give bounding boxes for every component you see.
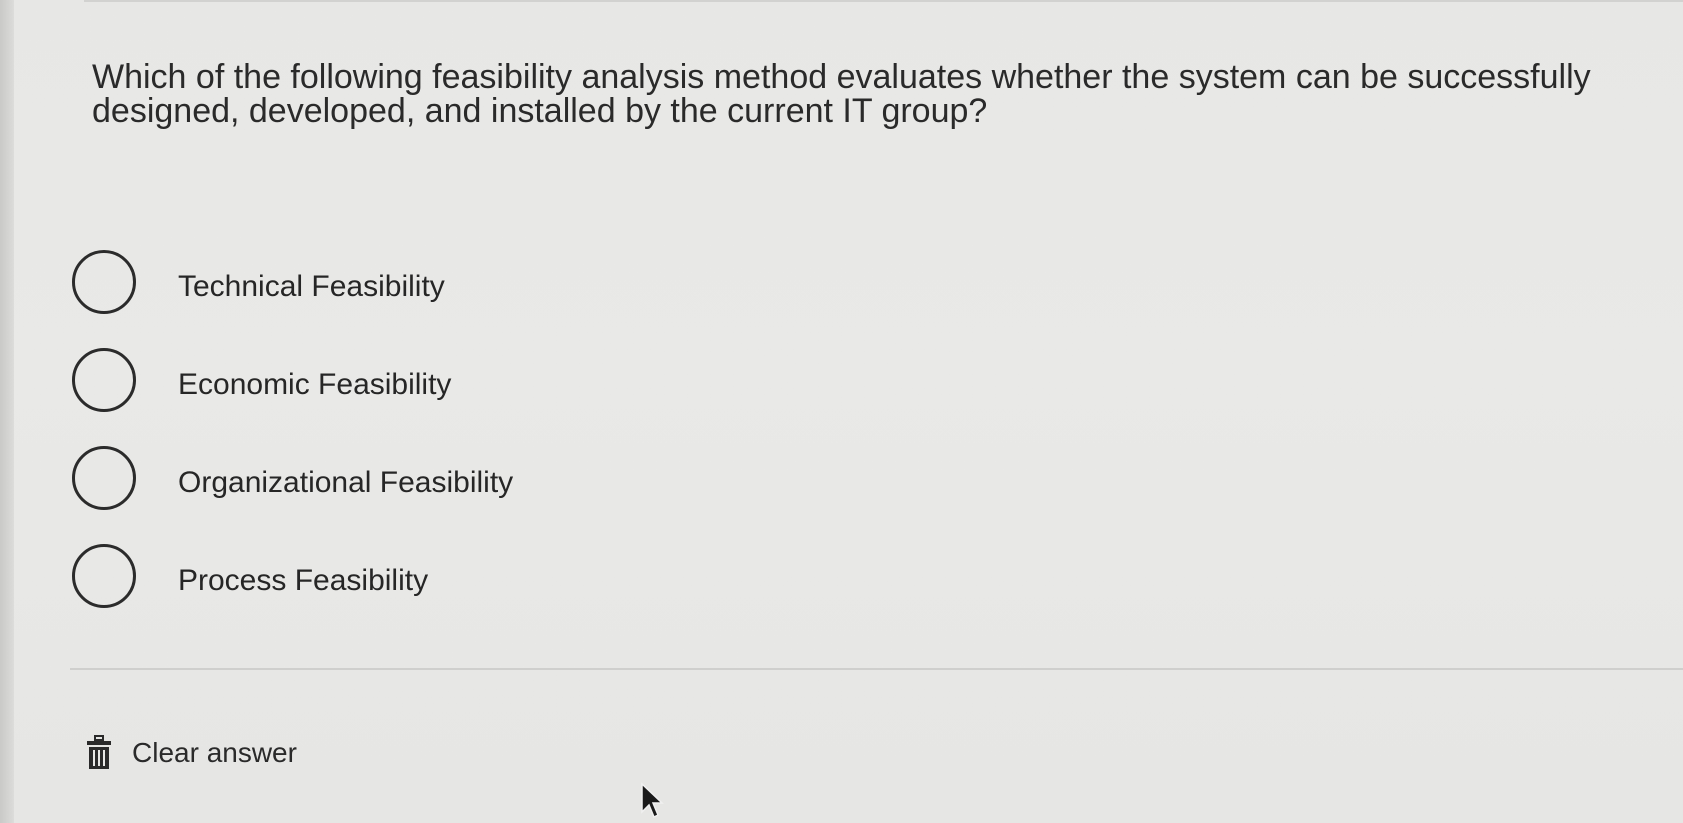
option-technical-feasibility[interactable]: Technical Feasibility [72,250,513,348]
radio-button[interactable] [72,250,136,314]
section-divider [70,668,1683,670]
option-process-feasibility[interactable]: Process Feasibility [72,544,513,642]
option-label: Organizational Feasibility [178,466,514,499]
radio-button[interactable] [72,348,136,412]
left-edge [0,0,14,823]
trash-icon [86,735,112,771]
option-label: Process Feasibility [178,564,429,597]
question-text: Which of the following feasibility analy… [92,58,1591,130]
option-label: Economic Feasibility [178,368,452,401]
mouse-cursor-icon [640,782,664,820]
top-divider [84,0,1683,2]
option-economic-feasibility[interactable]: Economic Feasibility [72,348,513,446]
answer-options: Technical Feasibility Economic Feasibili… [72,250,513,642]
option-label: Technical Feasibility [178,270,445,303]
option-organizational-feasibility[interactable]: Organizational Feasibility [72,446,513,544]
clear-answer-button[interactable]: Clear answer [86,735,297,771]
radio-button[interactable] [72,544,136,608]
radio-button[interactable] [72,446,136,510]
clear-answer-label: Clear answer [132,737,297,768]
